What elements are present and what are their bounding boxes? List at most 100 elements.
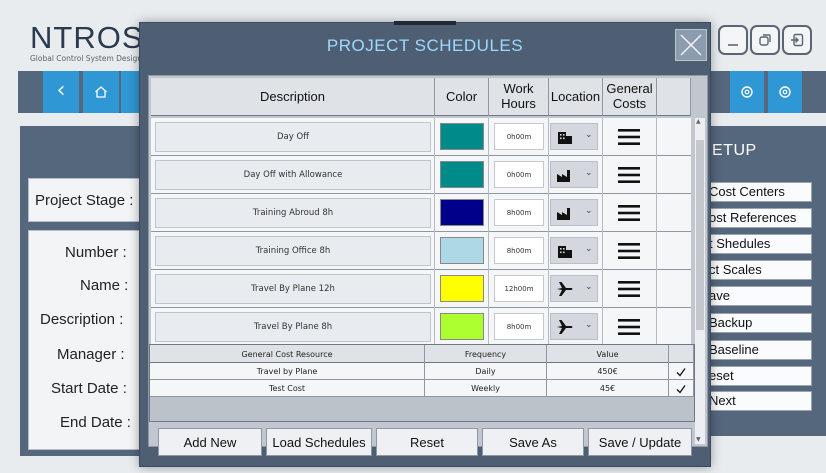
color-swatch[interactable]	[440, 161, 484, 188]
schedule-description[interactable]: Travel By Plane 12h	[155, 274, 431, 304]
scroll-down-icon[interactable]: ▼	[696, 436, 701, 443]
col-value[interactable]: Value	[547, 345, 669, 363]
col-general-costs[interactable]: General Costs	[603, 78, 657, 116]
work-hours-field[interactable]: 8h00m	[494, 237, 544, 264]
col-location[interactable]: Location	[549, 78, 603, 116]
cost-checkbox[interactable]	[669, 380, 694, 397]
schedule-description[interactable]: Travel By Plane 8h	[155, 312, 431, 342]
back-button[interactable]: ‹	[43, 71, 79, 113]
cost-value: 450€	[547, 363, 669, 380]
schedule-row[interactable]: Training Abroud 8h 8h00m ⌄	[151, 194, 691, 232]
home-button[interactable]	[83, 71, 119, 113]
col-description[interactable]: Description	[151, 78, 435, 116]
cost-frequency: Daily	[425, 363, 547, 380]
load-schedules-button[interactable]: Load Schedules	[266, 428, 372, 456]
schedule-row[interactable]: Travel By Plane 8h 8h00m ⌄	[151, 308, 691, 346]
work-hours-field[interactable]: 0h00m	[494, 161, 544, 188]
location-dropdown[interactable]: ⌄	[550, 313, 598, 340]
exit-icon	[791, 33, 804, 47]
schedule-row[interactable]: Travel By Plane 12h 12h00m ⌄	[151, 270, 691, 308]
location-dropdown[interactable]: ⌄	[550, 123, 598, 150]
exit-button[interactable]	[782, 25, 812, 55]
minimize-button[interactable]	[718, 25, 748, 55]
save-update-button[interactable]: Save / Update	[588, 428, 692, 456]
location-dropdown[interactable]: ⌄	[550, 199, 598, 226]
next-button[interactable]: Next	[700, 391, 812, 411]
dialog-drag-handle[interactable]	[394, 21, 456, 25]
schedule-description[interactable]: Day Off	[155, 122, 431, 152]
chevron-down-icon: ⌄	[585, 206, 593, 216]
cost-frequency: Weekly	[425, 380, 547, 397]
tools-button[interactable]	[768, 71, 802, 113]
work-hours-field[interactable]: 8h00m	[494, 313, 544, 340]
restore-button[interactable]	[750, 25, 780, 55]
cog-icon	[779, 86, 791, 98]
color-swatch[interactable]	[440, 275, 484, 302]
col-color[interactable]: Color	[435, 78, 489, 116]
schedule-row[interactable]: Day Off with Allowance 0h00m ⌄	[151, 156, 691, 194]
cost-row[interactable]: Travel by Plane Daily 450€	[150, 363, 694, 380]
name-label: Name :	[80, 277, 129, 294]
work-hours-field[interactable]: 0h00m	[494, 123, 544, 150]
reset-setup-button[interactable]: eset	[700, 366, 812, 386]
work-hours-field[interactable]: 12h00m	[494, 275, 544, 302]
gear-icon	[741, 86, 753, 98]
checkmark-icon	[676, 367, 686, 377]
close-button[interactable]	[675, 29, 707, 61]
scales-button[interactable]: ct Scales	[700, 260, 812, 280]
col-work-hours[interactable]: Work Hours	[489, 78, 549, 116]
refresh-button[interactable]	[121, 71, 141, 113]
setup-panel	[700, 126, 826, 436]
reset-button[interactable]: Reset	[376, 428, 478, 456]
add-new-button[interactable]: Add New	[158, 428, 262, 456]
cost-row[interactable]: Test Cost Weekly 45€	[150, 380, 694, 397]
color-swatch[interactable]	[440, 199, 484, 226]
cost-value: 45€	[547, 380, 669, 397]
menu-icon[interactable]	[618, 242, 640, 260]
schedule-description[interactable]: Day Off with Allowance	[155, 160, 431, 190]
menu-icon[interactable]	[618, 204, 640, 222]
chevron-down-icon: ⌄	[585, 168, 593, 178]
table-scrollbar[interactable]: ▲ ▼	[695, 118, 705, 444]
location-dropdown[interactable]: ⌄	[550, 237, 598, 264]
col-cost-resource[interactable]: General Cost Resource	[150, 345, 425, 363]
cost-grid-header: General Cost Resource Frequency Value	[150, 345, 694, 363]
color-swatch[interactable]	[440, 237, 484, 264]
schedule-description[interactable]: Training Abroud 8h	[155, 198, 431, 228]
schedule-description[interactable]: Training Office 8h	[155, 236, 431, 266]
baseline-button[interactable]: Baseline	[700, 340, 812, 360]
manager-label: Manager :	[57, 346, 125, 363]
home-icon	[95, 86, 107, 98]
number-label: Number :	[65, 244, 127, 261]
cost-checkbox[interactable]	[669, 363, 694, 380]
schedule-row[interactable]: Day Off 0h00m ⌄	[151, 118, 691, 156]
scrollbar-thumb[interactable]	[696, 140, 704, 330]
restore-icon	[759, 34, 771, 46]
schedules-table: Description Color Work Hours Location Ge…	[148, 75, 708, 447]
location-dropdown[interactable]: ⌄	[550, 161, 598, 188]
minimize-icon	[728, 44, 738, 46]
general-costs-grid: General Cost Resource Frequency Value Tr…	[149, 344, 695, 422]
cost-centers-button[interactable]: Cost Centers	[700, 182, 812, 202]
color-swatch[interactable]	[440, 123, 484, 150]
work-hours-field[interactable]: 8h00m	[494, 199, 544, 226]
schedules-button[interactable]: t Shedules	[700, 234, 812, 254]
scroll-up-icon[interactable]: ▲	[696, 118, 701, 125]
menu-icon[interactable]	[618, 318, 640, 336]
menu-icon[interactable]	[618, 166, 640, 184]
location-dropdown[interactable]: ⌄	[550, 275, 598, 302]
backup-button[interactable]: Backup	[700, 313, 812, 333]
col-check	[669, 345, 694, 363]
col-frequency[interactable]: Frequency	[425, 345, 547, 363]
schedule-row[interactable]: Training Office 8h 8h00m ⌄	[151, 232, 691, 270]
chevron-down-icon: ⌄	[585, 320, 593, 330]
settings-button[interactable]	[730, 71, 764, 113]
menu-icon[interactable]	[618, 280, 640, 298]
save-button[interactable]: ave	[700, 286, 812, 306]
cost-references-button[interactable]: ost References	[700, 208, 812, 228]
menu-icon[interactable]	[618, 128, 640, 146]
cost-resource: Travel by Plane	[150, 363, 425, 380]
color-swatch[interactable]	[440, 313, 484, 340]
save-as-button[interactable]: Save As	[482, 428, 584, 456]
table-header: Description Color Work Hours Location Ge…	[151, 78, 691, 116]
